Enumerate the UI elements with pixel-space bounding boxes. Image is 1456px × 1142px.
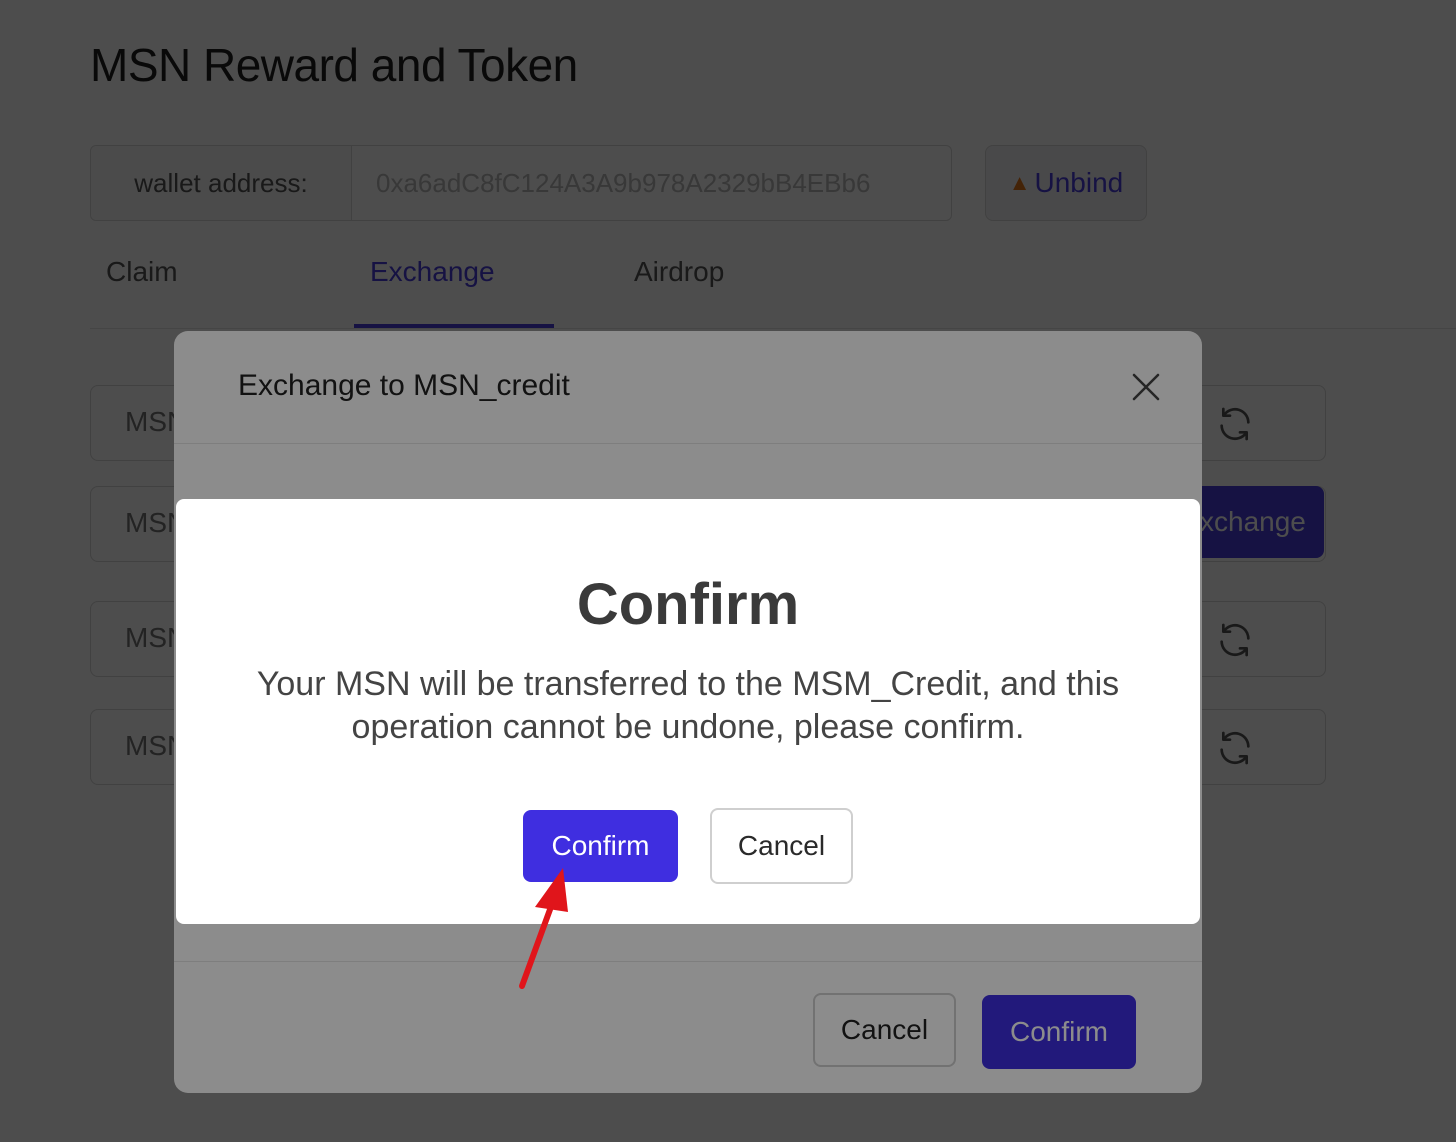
confirm-dialog: Confirm Your MSN will be transferred to … <box>176 499 1200 924</box>
dialog-message: Your MSN will be transferred to the MSM_… <box>256 665 1120 746</box>
dialog-title: Confirm <box>576 572 800 637</box>
dialog-confirm-button[interactable]: Confirm <box>523 810 678 882</box>
dialog-cancel-button[interactable]: Cancel <box>710 808 853 884</box>
